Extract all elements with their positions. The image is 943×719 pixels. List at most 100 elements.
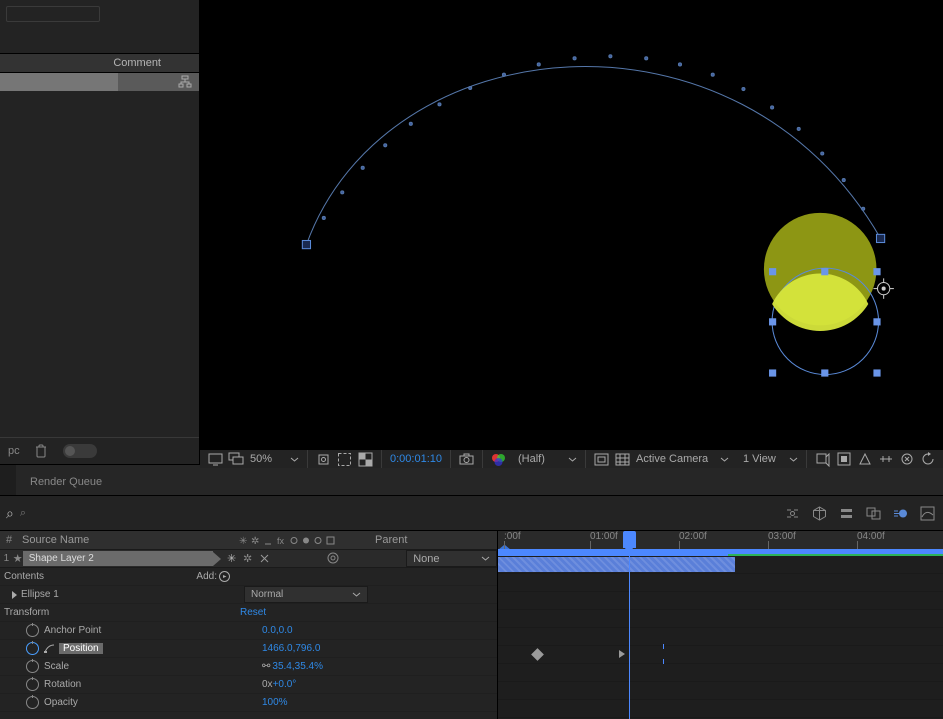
channel-icon[interactable] (491, 452, 506, 467)
stopwatch-icon[interactable] (26, 678, 39, 691)
transparency-grid-icon[interactable] (358, 452, 373, 467)
column-header-comment[interactable]: Comment (0, 54, 199, 73)
header-switches: ✳ ✲ fx (233, 535, 369, 546)
parent-value: None (413, 553, 439, 565)
anchor-value[interactable]: 0.0,0.0 (258, 625, 392, 636)
rotation-deg[interactable]: +0.0° (273, 679, 297, 690)
pill-toggle[interactable] (63, 444, 97, 458)
add-shape-button[interactable]: Add: (196, 571, 230, 582)
shape-layer-icon: ★ (13, 552, 23, 565)
roi-icon[interactable] (337, 452, 352, 467)
project-item[interactable] (0, 73, 118, 91)
rotation-rev[interactable]: 0x (262, 679, 273, 690)
tab-render-queue[interactable]: Render Queue (16, 469, 116, 495)
bpc-label[interactable]: pc (8, 445, 20, 457)
track-opacity (498, 700, 943, 718)
resolution-icon[interactable] (316, 452, 331, 467)
layer-name[interactable]: Shape Layer 2 (23, 551, 213, 566)
stopwatch-icon[interactable] (26, 642, 39, 655)
layer-duration-bar[interactable] (498, 557, 735, 572)
position-row[interactable]: Position 1466.0,796.0 (0, 640, 497, 658)
header-index[interactable]: # (0, 534, 18, 546)
rotation-row[interactable]: Rotation 0x+0.0° (0, 676, 497, 694)
flowchart-icon[interactable] (179, 73, 199, 91)
stopwatch-icon[interactable] (26, 660, 39, 673)
graph-editor-icon[interactable] (920, 506, 935, 521)
reset-button[interactable]: Reset (240, 607, 266, 618)
zoom-dropdown[interactable]: 50% (250, 453, 284, 465)
time-ruler[interactable]: :00f 01:00f 02:00f 03:00f 04:00f (498, 531, 943, 550)
opacity-row[interactable]: Opacity 100% (0, 694, 497, 712)
position-value[interactable]: 1466.0,796.0 (258, 643, 392, 654)
constrain-proportions-icon[interactable]: ⚯ (262, 661, 270, 672)
stopwatch-icon[interactable] (26, 624, 39, 637)
timeline-icon[interactable] (878, 452, 893, 467)
position-label: Position (59, 643, 103, 654)
svg-text:✳: ✳ (239, 536, 247, 547)
scale-value[interactable]: 35.4,35.4% (272, 661, 323, 672)
views-dropdown[interactable]: 1 View (735, 453, 783, 465)
safe-zones-icon[interactable] (594, 452, 609, 467)
resolution-dropdown[interactable]: (Half) (512, 453, 562, 465)
easy-ease-icon[interactable] (44, 643, 55, 654)
ruler-tick: :00f (504, 531, 521, 542)
timeline-search-input[interactable] (18, 506, 122, 520)
contents-row[interactable]: Contents Add: (0, 568, 497, 586)
timeline-tracks[interactable]: :00f 01:00f 02:00f 03:00f 04:00f (497, 531, 943, 719)
parent-dropdown[interactable]: None (406, 550, 497, 567)
monitor-icon[interactable] (208, 452, 223, 467)
header-source-name[interactable]: Source Name (18, 534, 233, 546)
opacity-label: Opacity (44, 697, 78, 708)
layer-switches[interactable]: ✳ ✲ (221, 552, 319, 565)
monitor-stack-icon[interactable] (229, 452, 244, 467)
project-panel: Comment pc (0, 0, 200, 464)
opacity-value[interactable]: 100% (258, 697, 392, 708)
snapshot-icon[interactable] (459, 452, 474, 467)
project-item-row[interactable] (0, 73, 199, 91)
fast-previews-icon[interactable] (857, 452, 872, 467)
playhead[interactable] (629, 531, 630, 719)
keyframe-icon[interactable] (531, 648, 544, 661)
composition-viewer[interactable] (200, 0, 943, 449)
chevron-down-icon (290, 455, 299, 464)
transform-row[interactable]: Transform Reset (0, 604, 497, 622)
playhead-handle[interactable] (623, 531, 636, 548)
camera-dropdown[interactable]: Active Camera (636, 453, 714, 465)
layer-row-1[interactable]: 1 ★ Shape Layer 2 ✳ ✲ None (0, 550, 497, 568)
draft-3d-icon[interactable] (899, 452, 914, 467)
anchor-point-row[interactable]: Anchor Point 0.0,0.0 (0, 622, 497, 640)
anchor-label: Anchor Point (44, 625, 101, 636)
panel-input-box[interactable] (6, 6, 100, 22)
share-view-icon[interactable] (815, 452, 830, 467)
trash-icon[interactable] (34, 444, 49, 459)
chevron-down-icon (720, 455, 729, 464)
transform-label: Transform (4, 607, 49, 618)
header-parent[interactable]: Parent (369, 534, 497, 546)
pixel-aspect-icon[interactable] (836, 452, 851, 467)
pickwhip-icon[interactable] (325, 550, 340, 565)
ruler-tick: 03:00f (768, 531, 796, 542)
track-layer-1[interactable] (498, 556, 943, 574)
frame-blend-icon[interactable] (866, 506, 881, 521)
layer-column-headers: # Source Name ✳ ✲ fx Parent (0, 531, 497, 550)
grid-guides-icon[interactable] (615, 452, 630, 467)
svg-text:✲: ✲ (243, 553, 252, 565)
stopwatch-icon[interactable] (26, 696, 39, 709)
keyframe-ease-icon[interactable] (619, 650, 625, 658)
blend-value: Normal (251, 589, 283, 600)
motion-blur-icon[interactable] (893, 506, 908, 521)
track-anchor (498, 628, 943, 646)
scale-row[interactable]: Scale ⚯35.4,35.4% (0, 658, 497, 676)
track-position[interactable] (498, 646, 943, 664)
shy-icon[interactable] (839, 506, 854, 521)
current-time[interactable]: 0:00:01:10 (390, 453, 442, 465)
draft-3d-box-icon[interactable] (812, 506, 827, 521)
refresh-icon[interactable] (920, 452, 935, 467)
layer-outline: # Source Name ✳ ✲ fx Parent 1 ★ S (0, 531, 497, 719)
blend-mode-dropdown[interactable]: Normal (244, 586, 368, 603)
ellipse-row[interactable]: Ellipse 1 Normal (0, 586, 497, 604)
composition-flowchart-icon[interactable] (785, 506, 800, 521)
track-scale (498, 664, 943, 682)
chevron-down-icon (481, 554, 490, 563)
twirl-icon[interactable] (12, 591, 17, 599)
